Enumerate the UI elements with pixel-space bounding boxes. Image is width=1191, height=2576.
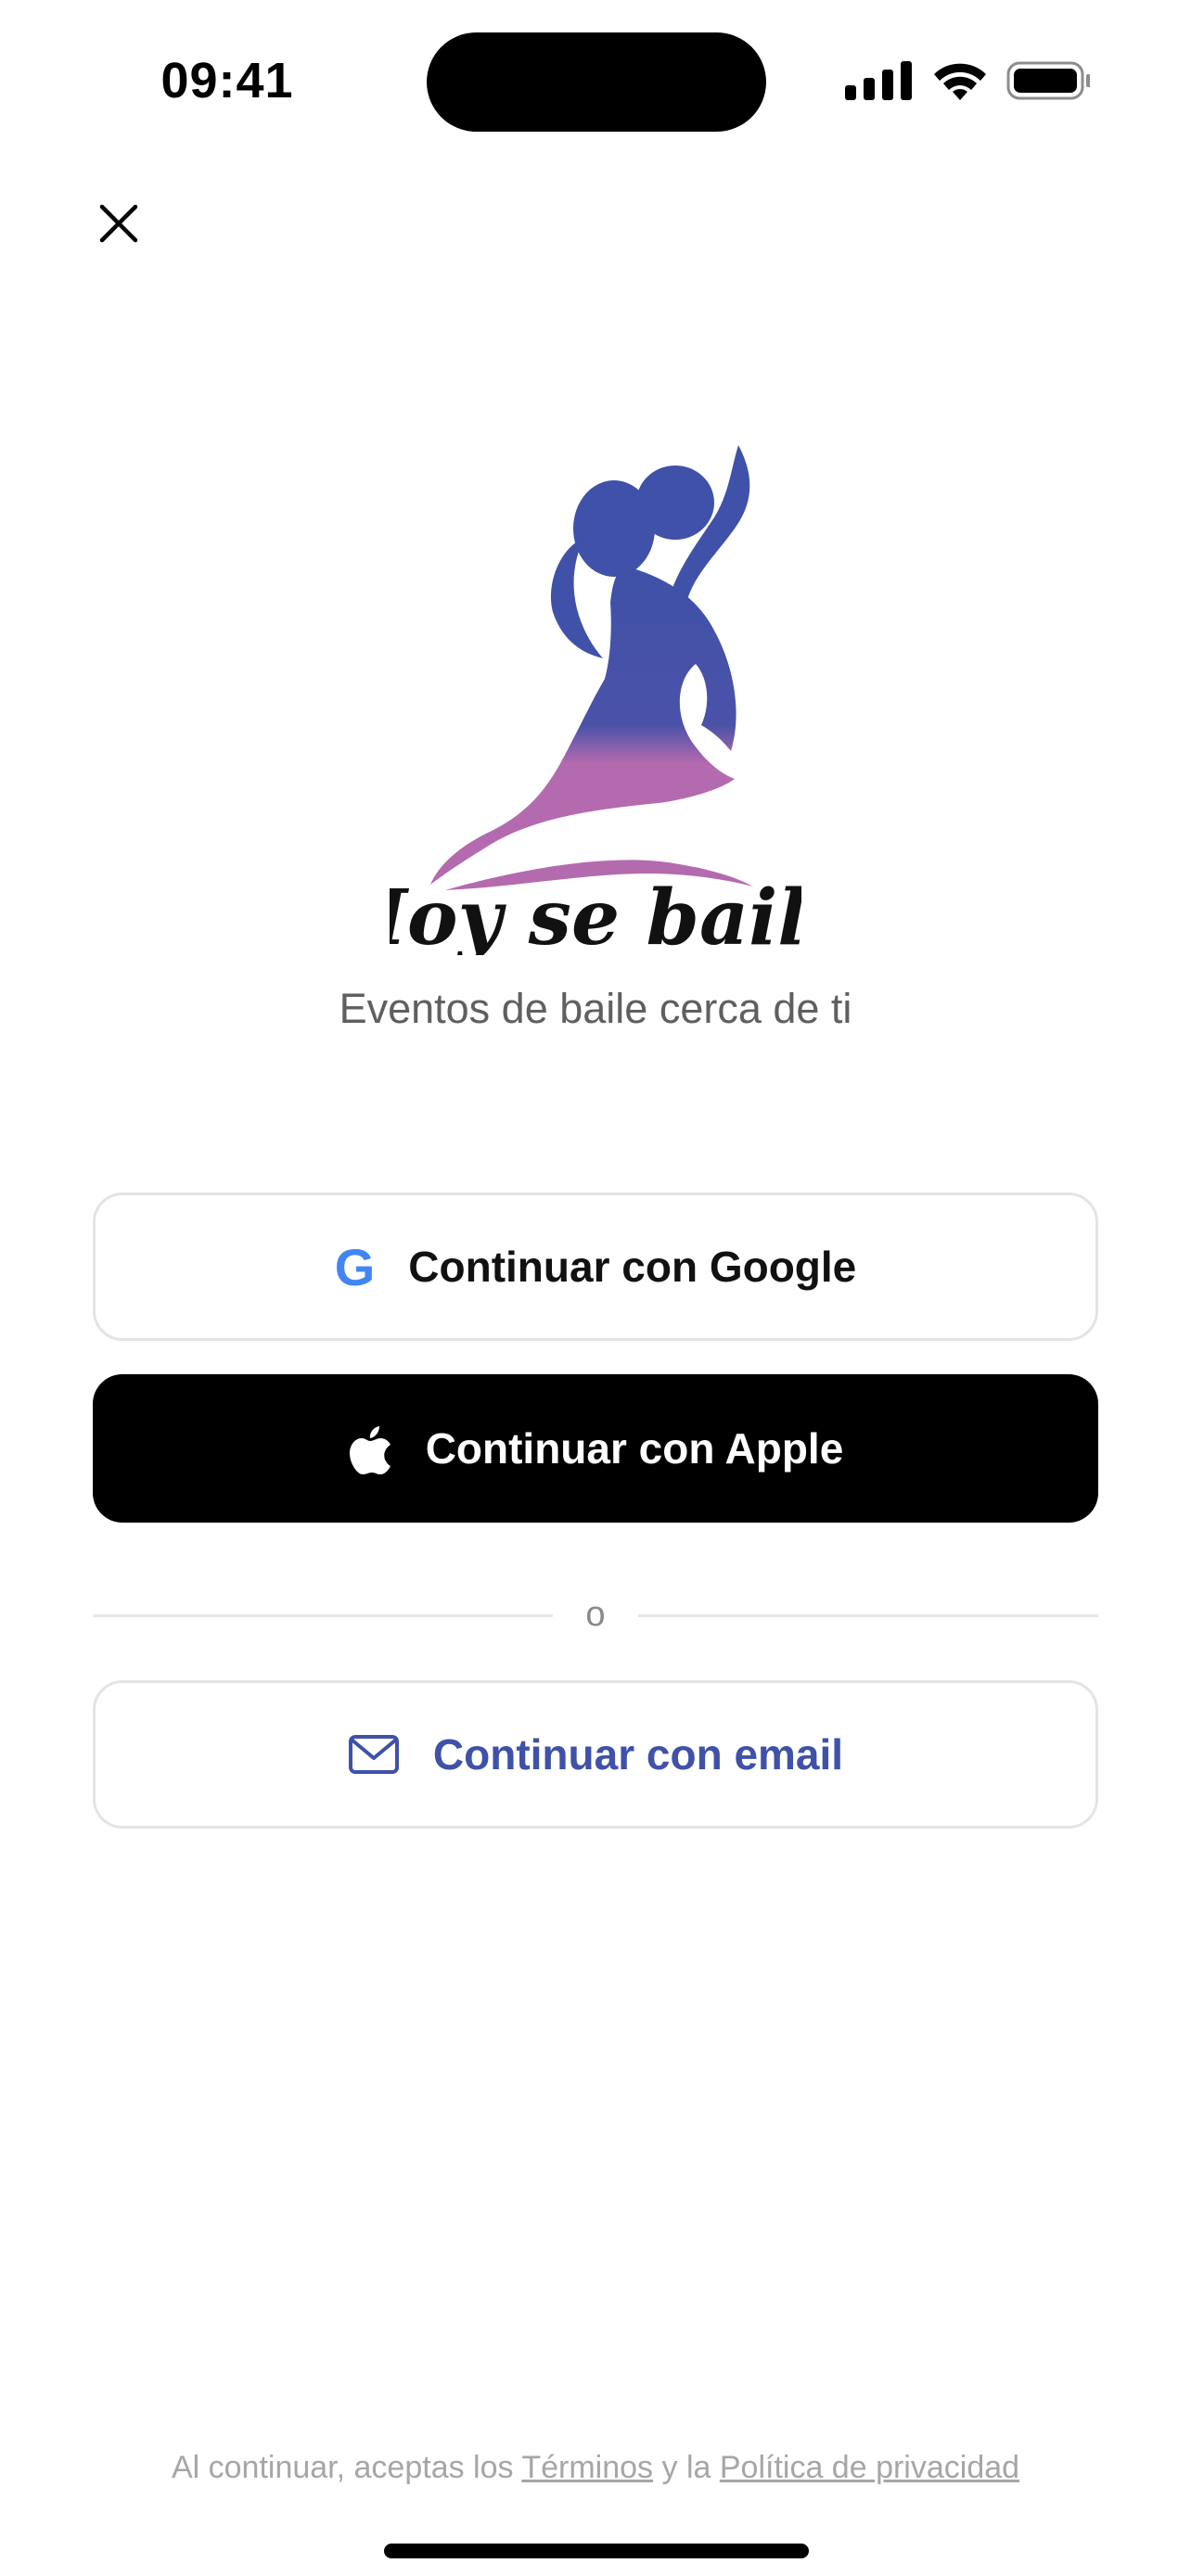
continue-apple-button[interactable]: Continuar con Apple bbox=[93, 1374, 1098, 1523]
status-icons bbox=[839, 57, 1091, 104]
brand-name: Hoy se baila bbox=[390, 874, 801, 955]
or-divider: o bbox=[93, 1595, 1098, 1636]
continue-email-button[interactable]: Continuar con email bbox=[93, 1680, 1098, 1829]
status-bar: 09:41 bbox=[0, 0, 1191, 167]
app-logo: Hoy se baila bbox=[333, 436, 856, 963]
legal-prefix: Al continuar, aceptas los bbox=[171, 2450, 522, 2485]
continue-google-button[interactable]: G Continuar con Google bbox=[93, 1192, 1098, 1341]
close-icon bbox=[99, 204, 138, 243]
status-time: 09:41 bbox=[160, 53, 294, 108]
tagline: Eventos de baile cerca de ti bbox=[339, 985, 852, 1032]
wifi-icon bbox=[934, 63, 986, 100]
continue-apple-label: Continuar con Apple bbox=[425, 1424, 844, 1473]
signal-icon bbox=[845, 61, 912, 100]
battery-icon bbox=[1006, 61, 1091, 100]
privacy-policy-link[interactable]: Política de privacidad bbox=[720, 2450, 1019, 2485]
dynamic-island bbox=[427, 32, 766, 132]
terms-link[interactable]: Términos bbox=[521, 2450, 653, 2485]
apple-icon bbox=[348, 1422, 392, 1474]
mail-icon bbox=[348, 1734, 400, 1775]
google-icon: G bbox=[334, 1237, 376, 1296]
legal-connector: y la bbox=[653, 2450, 720, 2485]
continue-google-label: Continuar con Google bbox=[408, 1243, 857, 1291]
continue-email-label: Continuar con email bbox=[432, 1730, 844, 1779]
divider-line-right bbox=[638, 1614, 1098, 1617]
home-indicator[interactable] bbox=[384, 2544, 809, 2558]
legal-notice: Al continuar, aceptas los Términos y la … bbox=[0, 2450, 1191, 2486]
close-button[interactable] bbox=[85, 190, 152, 257]
